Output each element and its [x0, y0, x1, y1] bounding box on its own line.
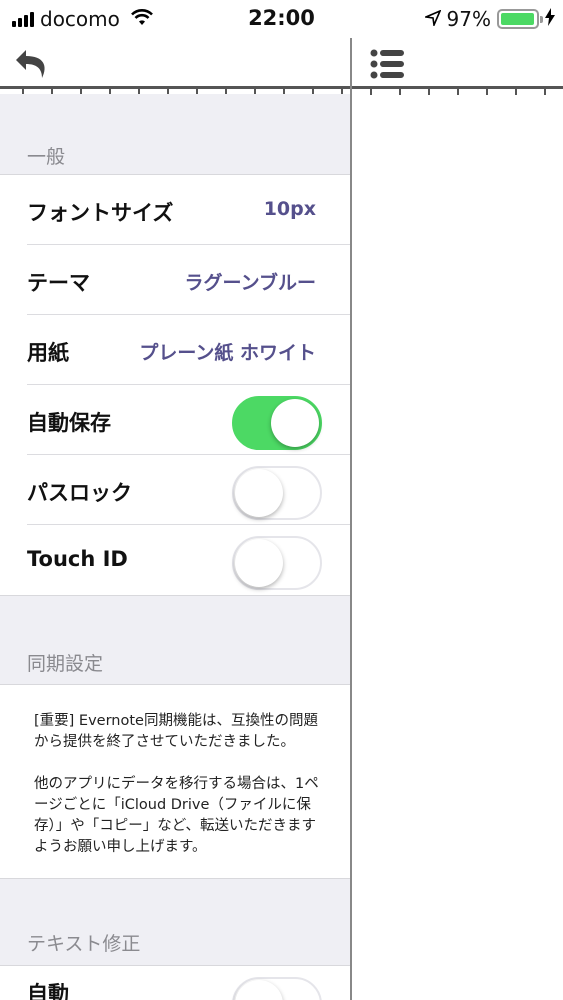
- notice-paragraph: [重要] Evernote同期機能は、互換性の問題から提供を終了させていただきま…: [34, 713, 318, 750]
- section-header-general: 一般: [27, 146, 66, 168]
- toggle-knob: [235, 980, 283, 1000]
- ruler: [0, 86, 563, 95]
- text-correction-group: 自動: [0, 965, 350, 1000]
- font-size-value: 10px: [263, 198, 316, 220]
- battery-icon: [497, 9, 543, 29]
- ruler-tick: [515, 89, 517, 95]
- section-header-sync: 同期設定: [27, 653, 104, 675]
- row-label: 用紙: [27, 341, 69, 365]
- passlock-toggle[interactable]: [232, 466, 322, 520]
- toolbar: [0, 38, 563, 88]
- battery-percent: 97%: [446, 7, 491, 31]
- toggle-knob: [235, 469, 283, 517]
- row-label: Touch ID: [27, 547, 128, 571]
- settings-panel: 一般 フォントサイズ 10px テーマ ラグーンブルー 用紙 プレーン紙 ホワイ…: [0, 94, 350, 1000]
- ruler-tick: [457, 89, 459, 95]
- location-arrow-icon: [422, 7, 442, 31]
- paper-row[interactable]: 用紙 プレーン紙 ホワイト: [27, 315, 350, 385]
- ruler-tick: [370, 89, 372, 95]
- ruler-tick: [428, 89, 430, 95]
- paper-value: プレーン紙 ホワイト: [139, 342, 316, 364]
- touch-id-row: Touch ID: [27, 525, 350, 595]
- auto-correct-toggle[interactable]: [232, 977, 322, 1000]
- autosave-row: 自動保存: [27, 385, 350, 455]
- toggle-knob: [235, 539, 283, 587]
- panel-divider: [350, 38, 352, 1000]
- undo-arrow-icon[interactable]: [14, 44, 54, 84]
- list-icon[interactable]: [368, 44, 408, 84]
- theme-value: ラグーンブルー: [184, 272, 316, 294]
- row-label: 自動: [27, 982, 69, 1000]
- ruler-tick: [486, 89, 488, 95]
- touch-id-toggle[interactable]: [232, 536, 322, 590]
- theme-row[interactable]: テーマ ラグーンブルー: [27, 245, 350, 315]
- autosave-toggle[interactable]: [232, 396, 322, 450]
- row-label: パスロック: [27, 481, 132, 505]
- passlock-row: パスロック: [27, 455, 350, 525]
- notice-paragraph: 他のアプリにデータを移行する場合は、1ページごとに「iCloud Drive（フ…: [34, 776, 319, 855]
- general-settings-group: フォントサイズ 10px テーマ ラグーンブルー 用紙 プレーン紙 ホワイト 自…: [0, 174, 350, 596]
- auto-correct-row: 自動: [27, 966, 350, 1000]
- sync-notice: [重要] Evernote同期機能は、互換性の問題から提供を終了させていただきま…: [0, 684, 350, 879]
- row-label: テーマ: [27, 271, 90, 295]
- ruler-tick: [399, 89, 401, 95]
- row-label: フォントサイズ: [27, 201, 174, 225]
- row-label: 自動保存: [27, 411, 111, 435]
- ruler-tick: [544, 89, 546, 95]
- charging-bolt-icon: [545, 7, 555, 31]
- toggle-knob: [271, 399, 319, 447]
- font-size-row[interactable]: フォントサイズ 10px: [27, 175, 350, 245]
- status-bar: docomo 22:00 97%: [0, 0, 563, 38]
- section-header-text-correction: テキスト修正: [27, 933, 141, 955]
